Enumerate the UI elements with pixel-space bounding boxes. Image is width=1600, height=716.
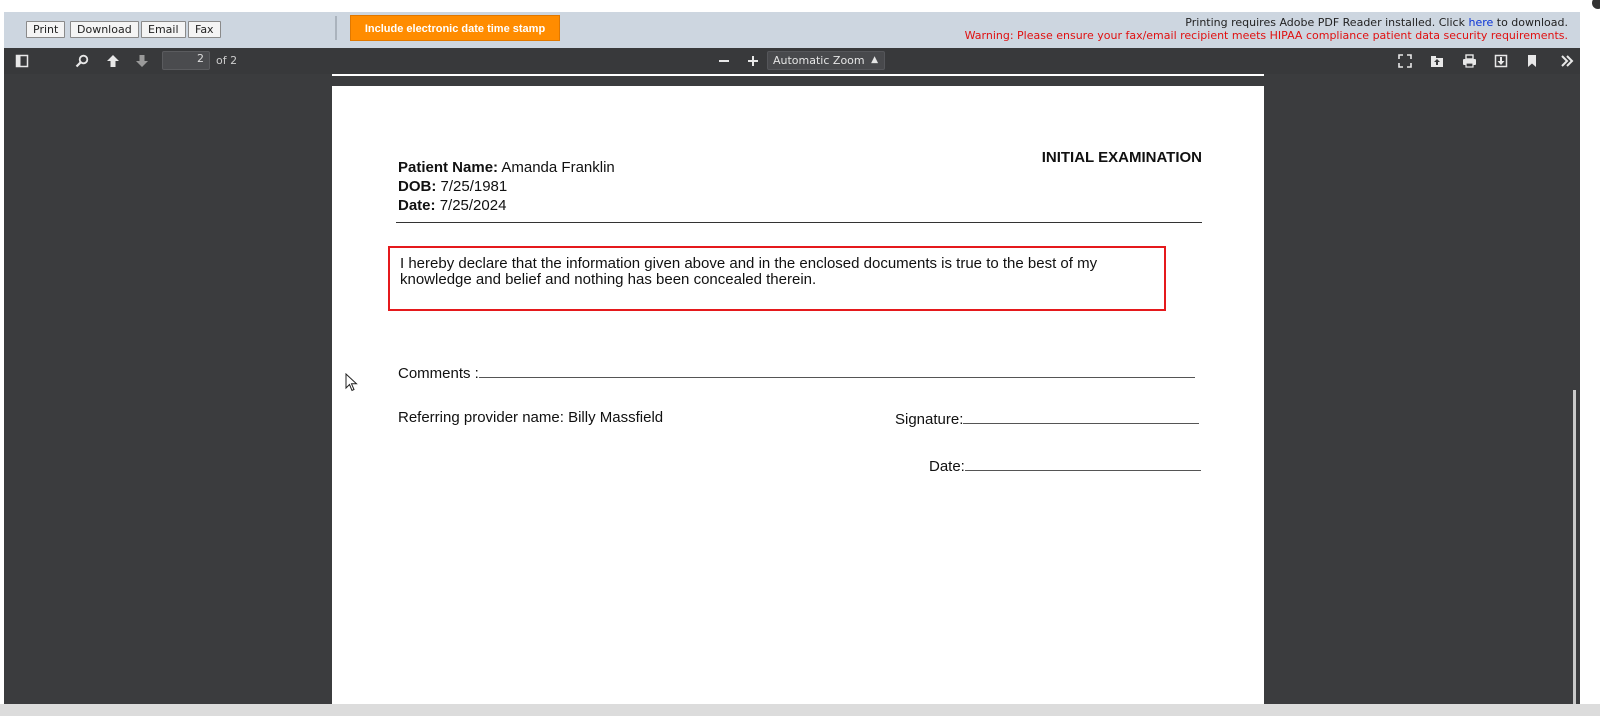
window-bottom-edge xyxy=(0,704,1600,716)
zoom-select[interactable]: Automatic Zoom ▲ xyxy=(767,51,885,70)
document-title: INITIAL EXAMINATION xyxy=(1041,149,1202,166)
declaration-text: I hereby declare that the information gi… xyxy=(400,255,1098,288)
patient-name-value: Amanda Franklin xyxy=(501,159,615,176)
print-button[interactable]: Print xyxy=(26,21,66,38)
referring-provider-name: Billy Massfield xyxy=(568,409,664,426)
dob-label: DOB: xyxy=(398,178,437,195)
header-divider xyxy=(396,222,1202,223)
chevron-updown-icon: ▲ xyxy=(871,55,878,65)
open-file-icon[interactable] xyxy=(1428,48,1446,74)
date-line: Date: 7/25/2024 xyxy=(398,197,506,215)
close-corner-icon[interactable] xyxy=(1588,0,1600,10)
download-reader-link[interactable]: here xyxy=(1468,16,1493,29)
more-tools-icon[interactable] xyxy=(1558,48,1576,74)
action-bar: Print Download Email Fax Include electro… xyxy=(4,12,1580,48)
adobe-notice-suffix: to download. xyxy=(1493,16,1568,29)
download-icon[interactable] xyxy=(1492,48,1510,74)
referring-provider-label: Referring provider name: xyxy=(398,409,564,426)
referring-provider-line: Referring provider name: Billy Massfield xyxy=(398,409,663,427)
declaration-box: I hereby declare that the information gi… xyxy=(388,246,1166,311)
pdf-viewer[interactable]: Patient Name: Amanda Franklin DOB: 7/25/… xyxy=(4,74,1580,704)
sidebar-toggle-icon[interactable] xyxy=(14,48,30,74)
toolbar-divider xyxy=(335,16,337,40)
download-button[interactable]: Download xyxy=(70,21,139,38)
print-icon[interactable] xyxy=(1460,48,1478,74)
page-number-input[interactable]: 2 xyxy=(162,51,210,70)
adobe-notice-text: Printing requires Adobe PDF Reader insta… xyxy=(1185,16,1469,29)
sign-date-underline xyxy=(964,456,1201,471)
patient-name-label: Patient Name: xyxy=(398,159,499,176)
signature-label: Signature: xyxy=(895,411,964,428)
email-button[interactable]: Email xyxy=(141,21,186,38)
adobe-notice: Printing requires Adobe PDF Reader insta… xyxy=(965,16,1568,29)
sign-date-label: Date: xyxy=(929,458,965,475)
zoom-out-icon[interactable] xyxy=(716,48,732,74)
comments-underline xyxy=(478,363,1195,378)
signature-line: Signature: xyxy=(895,409,1200,429)
page-count: of 2 xyxy=(216,54,238,67)
fax-button[interactable]: Fax xyxy=(188,21,221,38)
comments-line: Comments : xyxy=(398,363,1195,383)
previous-page-edge xyxy=(332,74,1264,76)
pdf-toolbar: 2 of 2 Automatic Zoom ▲ xyxy=(4,48,1580,74)
search-icon[interactable] xyxy=(74,48,90,74)
dob-line: DOB: 7/25/1981 xyxy=(398,178,507,196)
date-label: Date: xyxy=(398,197,436,214)
hipaa-warning: Warning: Please ensure your fax/email re… xyxy=(964,29,1568,42)
mouse-cursor-icon xyxy=(345,373,358,392)
page-down-icon[interactable] xyxy=(133,48,151,74)
patient-name-line: Patient Name: Amanda Franklin xyxy=(398,159,615,177)
vertical-scrollbar[interactable] xyxy=(1573,390,1576,704)
signature-underline xyxy=(963,409,1200,424)
page-up-icon[interactable] xyxy=(104,48,122,74)
include-timestamp-button[interactable]: Include electronic date time stamp xyxy=(350,15,560,41)
comments-label: Comments : xyxy=(398,365,479,382)
sign-date-line: Date: xyxy=(929,456,1201,476)
pdf-page: Patient Name: Amanda Franklin DOB: 7/25/… xyxy=(332,86,1264,704)
dob-value: 7/25/1981 xyxy=(440,178,508,195)
notice-area: Printing requires Adobe PDF Reader insta… xyxy=(965,16,1568,42)
zoom-select-value: Automatic Zoom xyxy=(773,54,865,67)
bookmark-icon[interactable] xyxy=(1524,48,1540,74)
date-value: 7/25/2024 xyxy=(439,197,507,214)
zoom-in-icon[interactable] xyxy=(745,48,761,74)
presentation-mode-icon[interactable] xyxy=(1396,48,1414,74)
